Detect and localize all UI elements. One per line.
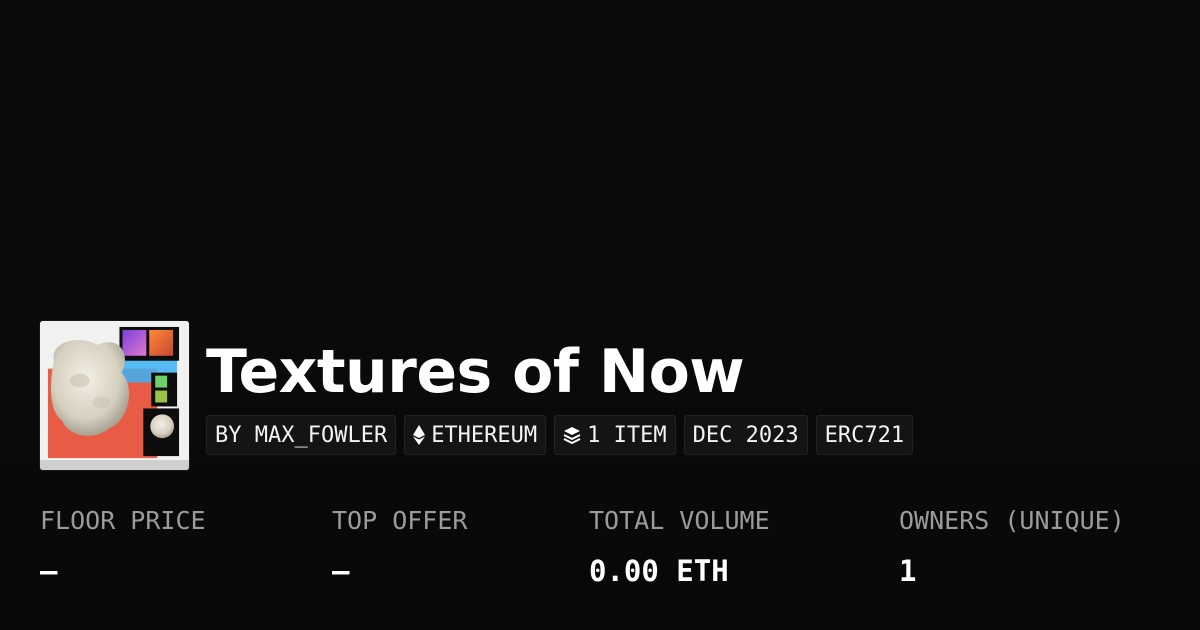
item-count-label: 1 ITEM [587, 422, 667, 448]
item-count-chip[interactable]: 1 ITEM [554, 415, 676, 455]
stat-top-offer: TOP OFFER — [332, 502, 467, 590]
stat-value: 0.00 ETH [589, 554, 729, 588]
creator-chip[interactable]: BY MAX_FOWLER [206, 415, 397, 455]
collection-title: Textures of Now [206, 337, 745, 407]
chain-label: ETHEREUM [431, 422, 538, 448]
stat-value: 1 [899, 554, 917, 588]
stat-value: — [332, 554, 350, 588]
stat-label: FLOOR PRICE [40, 506, 206, 535]
stat-floor-price: FLOOR PRICE — [40, 502, 206, 590]
stat-total-volume: TOTAL VOLUME 0.00 ETH [589, 502, 770, 590]
collection-thumbnail [40, 321, 189, 470]
collection-stats: FLOOR PRICE — TOP OFFER — TOTAL VOLUME 0… [40, 502, 1180, 602]
created-date-chip: DEC 2023 [683, 415, 808, 455]
chain-chip[interactable]: ETHEREUM [404, 415, 547, 455]
layers-icon [563, 426, 581, 444]
collection-meta-chips: BY MAX_FOWLER ETHEREUM 1 ITEM DEC 2023 E… [206, 415, 914, 455]
ethereum-icon [413, 425, 426, 445]
stat-label: TOP OFFER [332, 506, 468, 535]
stat-label: TOTAL VOLUME [589, 506, 770, 535]
token-standard-chip: ERC721 [815, 415, 914, 455]
stat-owners: OWNERS (UNIQUE) 1 [899, 502, 1125, 590]
stat-value: — [40, 554, 58, 588]
token-standard-label: ERC721 [824, 422, 905, 448]
created-date-label: DEC 2023 [692, 422, 799, 448]
creator-label: BY MAX_FOWLER [215, 422, 388, 448]
stat-label: OWNERS (UNIQUE) [899, 506, 1125, 535]
